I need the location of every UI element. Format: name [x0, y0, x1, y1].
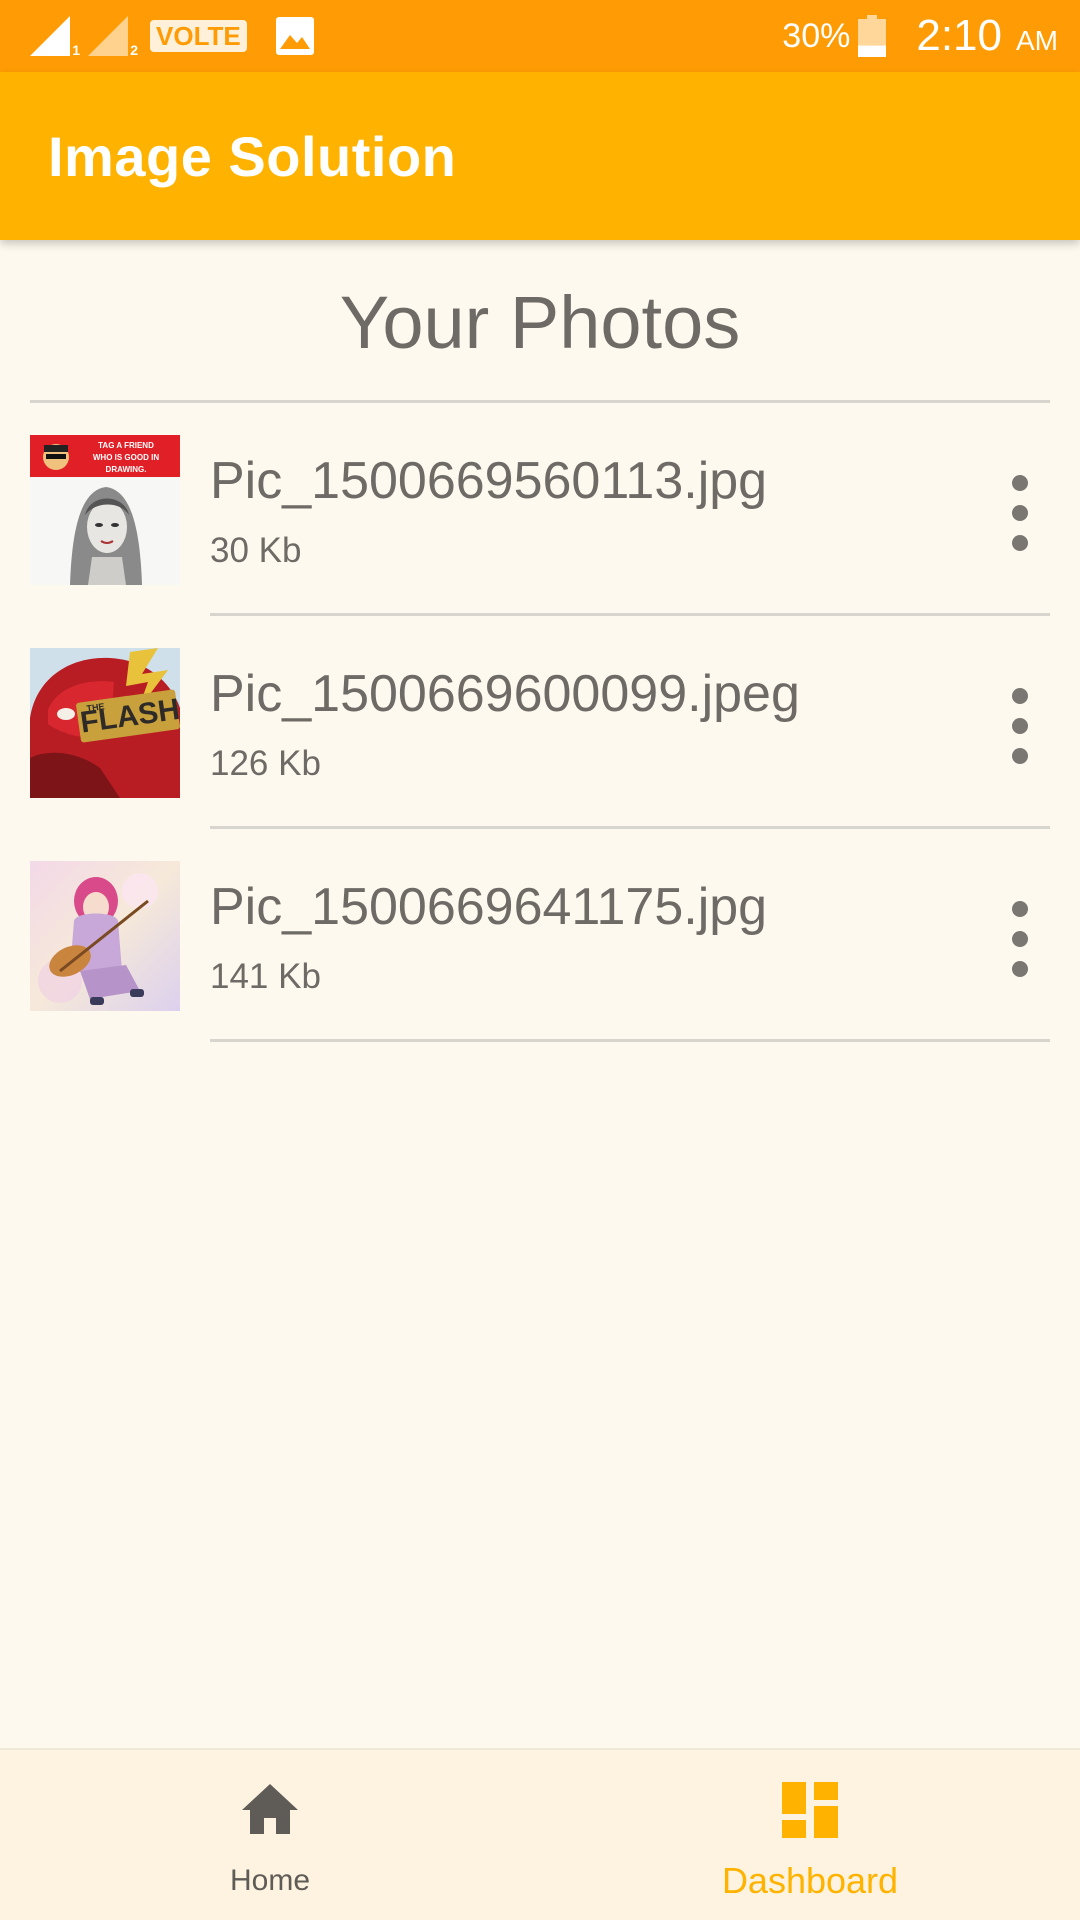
file-name: Pic_1500669600099.jpeg — [210, 665, 800, 723]
clock-ampm: AM — [1016, 25, 1058, 56]
dot — [1012, 535, 1028, 551]
nav-item-home[interactable]: Home — [0, 1750, 540, 1920]
nav-label-dashboard: Dashboard — [721, 1860, 899, 1901]
screen: 1 2 VOLTE 30% 2:10 AM Image Solution You… — [0, 0, 1080, 1920]
dot — [1012, 475, 1028, 491]
nav-item-dashboard[interactable]: Dashboard — [540, 1750, 1080, 1920]
page-title: Your Photos — [339, 281, 741, 364]
thumb-banner-line: WHO IS GOOD IN — [93, 453, 159, 462]
file-name: Pic_1500669560113.jpg — [210, 452, 768, 510]
file-size: 126 Kb — [210, 744, 321, 783]
dot — [1012, 688, 1028, 704]
status-right: 30% 2:10 AM — [782, 0, 1058, 72]
battery-icon — [858, 15, 887, 57]
battery-percent: 30% — [782, 16, 851, 55]
status-left: 1 2 VOLTE — [28, 10, 315, 62]
dashboard-icon — [782, 1782, 838, 1838]
list-item[interactable]: Pic_1500669641175.jpg 141 Kb — [0, 829, 1080, 1042]
dot — [1012, 505, 1028, 521]
more-vert-icon[interactable] — [1000, 475, 1040, 551]
list-item[interactable]: TAG A FRIEND WHO IS GOOD IN DRAWING. Pic… — [0, 403, 1080, 616]
thumb-banner-line: TAG A FRIEND — [98, 441, 154, 450]
home-icon — [242, 1784, 298, 1834]
image-notification-icon — [275, 17, 314, 55]
photo-thumbnail[interactable]: FLASH THE — [30, 648, 180, 798]
file-size: 141 Kb — [210, 957, 321, 996]
volte-icon: VOLTE — [150, 20, 247, 52]
more-vert-icon[interactable] — [1000, 901, 1040, 977]
photo-thumbnail[interactable]: TAG A FRIEND WHO IS GOOD IN DRAWING. — [30, 435, 180, 585]
sim1-label: 1 — [72, 42, 80, 58]
status-bar: 1 2 VOLTE 30% 2:10 AM — [0, 0, 1080, 72]
divider — [210, 1039, 1050, 1042]
signal-sim1-icon: 1 — [28, 14, 80, 58]
photo-thumbnail[interactable] — [30, 861, 180, 1011]
more-vert-icon[interactable] — [1000, 688, 1040, 764]
dot — [1012, 748, 1028, 764]
sim2-label: 2 — [130, 42, 138, 58]
dot — [1012, 901, 1028, 917]
nav-label-home: Home — [229, 1864, 311, 1897]
app-title: Image Solution — [48, 125, 457, 188]
list-item[interactable]: FLASH THE Pic_1500669600099.jpeg 126 Kb — [0, 616, 1080, 829]
photo-list: TAG A FRIEND WHO IS GOOD IN DRAWING. Pic… — [0, 403, 1080, 1042]
signal-sim2-icon: 2 — [86, 14, 138, 58]
file-name: Pic_1500669641175.jpg — [210, 878, 768, 936]
dot — [1012, 961, 1028, 977]
clock-time: 2:10 — [916, 11, 1002, 60]
app-bar: Image Solution — [0, 72, 1080, 240]
bottom-navigation: Home Dashboard — [0, 1748, 1080, 1920]
dot — [1012, 931, 1028, 947]
file-size: 30 Kb — [210, 531, 302, 570]
thumb-banner-line: DRAWING. — [106, 465, 147, 474]
dot — [1012, 718, 1028, 734]
